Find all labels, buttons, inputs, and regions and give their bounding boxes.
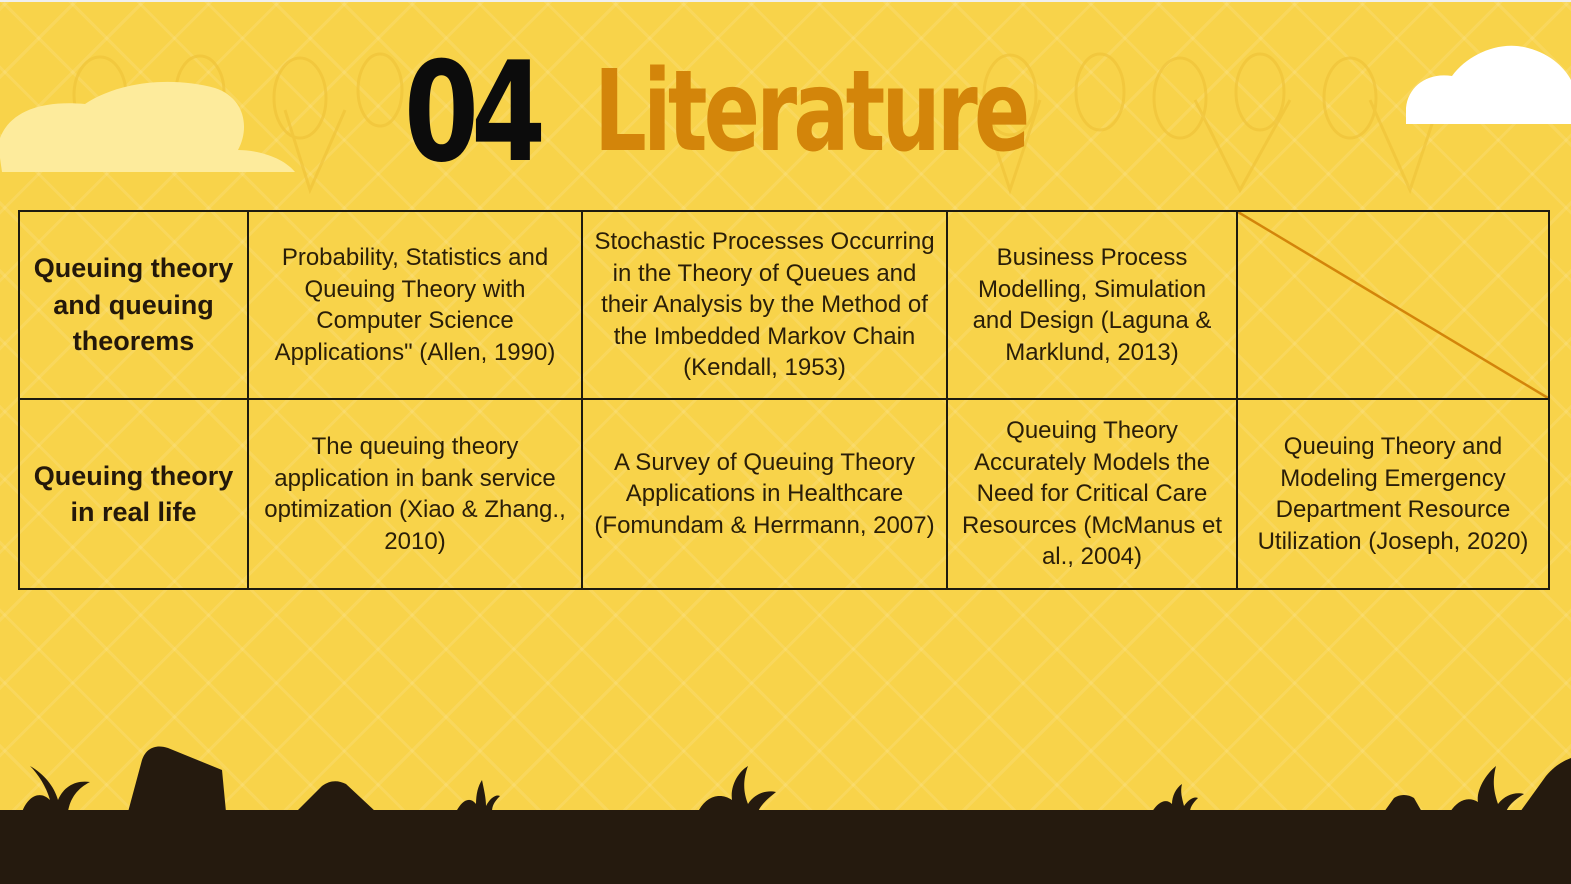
empty-cell (1236, 210, 1550, 400)
table-cell: Stochastic Processes Occurring in the Th… (581, 210, 948, 400)
slide-number: 04 (404, 32, 546, 193)
table-cell: Business Process Modelling, Simulation a… (946, 210, 1238, 400)
row-header-theorems: Queuing theory and queuing theorems (18, 210, 249, 400)
literature-table: Queuing theory and queuing theorems Prob… (18, 210, 1550, 590)
table-cell: Queuing Theory Accurately Models the Nee… (946, 398, 1238, 590)
title-row: 04 Literature (0, 40, 1571, 190)
table-row: Queuing theory in real life The queuing … (18, 398, 1550, 590)
table-cell: Probability, Statistics and Queuing Theo… (247, 210, 583, 400)
table-cell: Queuing Theory and Modeling Emergency De… (1236, 398, 1550, 590)
slide-top-edge (0, 0, 1571, 2)
row-header-real-life: Queuing theory in real life (18, 398, 249, 590)
table-row: Queuing theory and queuing theorems Prob… (18, 210, 1550, 400)
diagonal-slash (1238, 212, 1548, 398)
table-cell: The queuing theory application in bank s… (247, 398, 583, 590)
slide-title: Literature (594, 47, 1030, 177)
table-cell: A Survey of Queuing Theory Applications … (581, 398, 948, 590)
